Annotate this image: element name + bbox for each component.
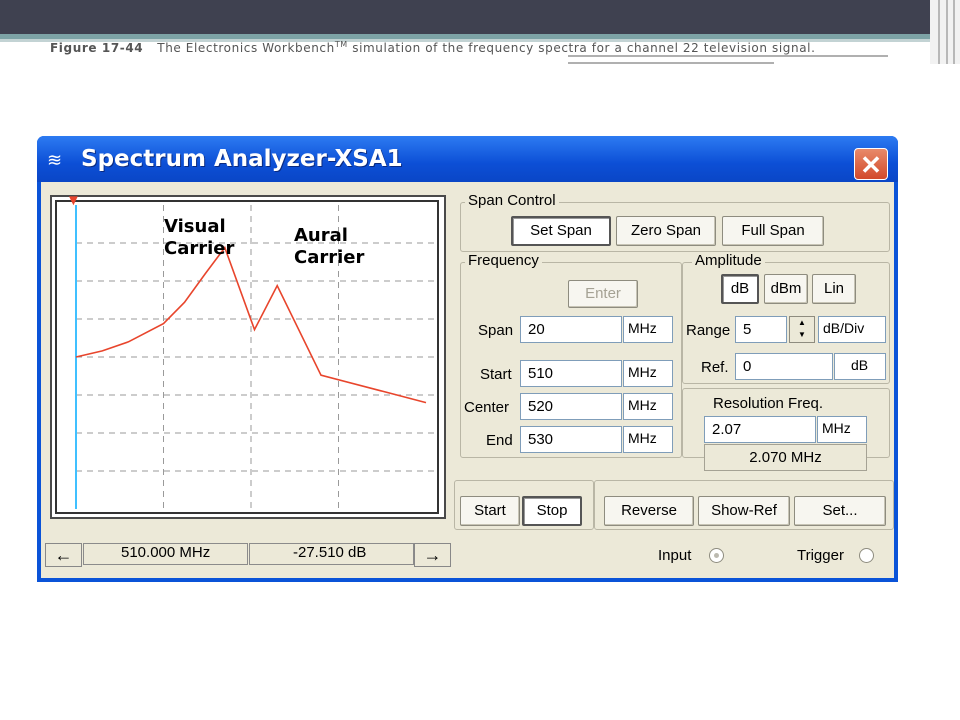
input-radio[interactable] — [709, 548, 724, 563]
close-button[interactable]: ✕ — [854, 148, 888, 180]
spectrum-plot — [55, 200, 439, 514]
ref-label: Ref. — [701, 359, 729, 376]
resolution-display: 2.070 MHz — [704, 444, 867, 471]
aural-label-line1: Aural — [294, 225, 348, 246]
start-button[interactable]: Start — [460, 496, 520, 526]
stop-button[interactable]: Stop — [522, 496, 582, 526]
app-icon: ≋ — [47, 150, 63, 170]
center-label: Center — [464, 399, 510, 416]
span-unit: MHz — [623, 316, 673, 343]
set-button[interactable]: Set... — [794, 496, 886, 526]
figure-number: Figure 17-44 — [50, 41, 144, 55]
end-label: End — [486, 432, 513, 449]
caption-underline — [568, 55, 888, 57]
caption-underline-short — [568, 62, 774, 64]
resolution-input[interactable]: 2.07 — [704, 416, 816, 443]
window-client-area: ▼ Visual Carrier Aural Carrier ← 510.000… — [41, 182, 894, 578]
spectrum-trace — [75, 245, 427, 404]
spectrum-analyzer-window: ≋ Spectrum Analyzer-XSA1 ✕ ▼ Visual Carr… — [37, 136, 898, 582]
aural-carrier-label: Aural Carrier — [294, 225, 364, 269]
center-unit: MHz — [623, 393, 673, 420]
resolution-label: Resolution Freq. — [713, 395, 824, 412]
input-label: Input — [658, 547, 692, 564]
resolution-unit: MHz — [817, 416, 867, 443]
end-unit: MHz — [623, 426, 673, 453]
visual-label-line2: Carrier — [164, 238, 235, 259]
full-span-button[interactable]: Full Span — [722, 216, 824, 246]
slide-header-bar — [0, 0, 930, 34]
start-label: Start — [480, 366, 512, 383]
cursor-left-arrow-icon[interactable]: ← — [45, 543, 82, 567]
span-input[interactable]: 20 — [520, 316, 622, 343]
caption-text: The Electronics Workbench — [157, 41, 335, 55]
reverse-button[interactable]: Reverse — [604, 496, 694, 526]
frequency-label: Frequency — [465, 252, 542, 269]
ref-unit: dB — [834, 353, 886, 380]
trigger-radio[interactable] — [859, 548, 874, 563]
start-unit: MHz — [623, 360, 673, 387]
reference-marker[interactable]: ▼ — [66, 192, 81, 209]
visual-label-line1: Visual — [164, 216, 226, 237]
plot-grid — [76, 205, 438, 509]
span-label: Span — [478, 322, 514, 339]
range-label: Range — [686, 322, 731, 339]
range-spinner-icon[interactable]: ▲ ▼ — [789, 316, 815, 343]
spectrum-display[interactable]: ▼ Visual Carrier Aural Carrier — [50, 192, 446, 519]
ref-input[interactable]: 0 — [735, 353, 833, 380]
aural-label-line2: Carrier — [294, 247, 365, 268]
show-ref-button[interactable]: Show-Ref — [698, 496, 790, 526]
range-unit: dB/Div — [818, 316, 886, 343]
dbm-button[interactable]: dBm — [764, 274, 808, 304]
trigger-label: Trigger — [797, 547, 844, 564]
amplitude-readout-value: -27.510 dB — [293, 544, 367, 561]
end-input[interactable]: 530 — [520, 426, 622, 453]
center-input[interactable]: 520 — [520, 393, 622, 420]
lin-button[interactable]: Lin — [812, 274, 856, 304]
zero-span-button[interactable]: Zero Span — [616, 216, 716, 246]
caption-text-end: simulation of the frequency spectra for … — [347, 41, 816, 55]
trademark: TM — [334, 40, 348, 49]
set-span-button[interactable]: Set Span — [511, 216, 611, 246]
figure-caption: Figure 17-44 The Electronics WorkbenchTM … — [50, 40, 816, 55]
window-title: Spectrum Analyzer-XSA1 — [81, 146, 403, 172]
db-button[interactable]: dB — [721, 274, 759, 304]
range-input[interactable]: 5 — [735, 316, 787, 343]
start-input[interactable]: 510 — [520, 360, 622, 387]
visual-carrier-label: Visual Carrier — [164, 216, 234, 260]
span-control-label: Span Control — [465, 192, 559, 209]
amplitude-label: Amplitude — [692, 252, 765, 269]
window-titlebar[interactable]: ≋ Spectrum Analyzer-XSA1 ✕ — [37, 136, 898, 182]
slide-header-corner — [930, 0, 960, 64]
frequency-readout-value: 510.000 MHz — [121, 544, 211, 561]
enter-button[interactable]: Enter — [568, 280, 638, 308]
cursor-right-arrow-icon[interactable]: → — [414, 543, 451, 567]
